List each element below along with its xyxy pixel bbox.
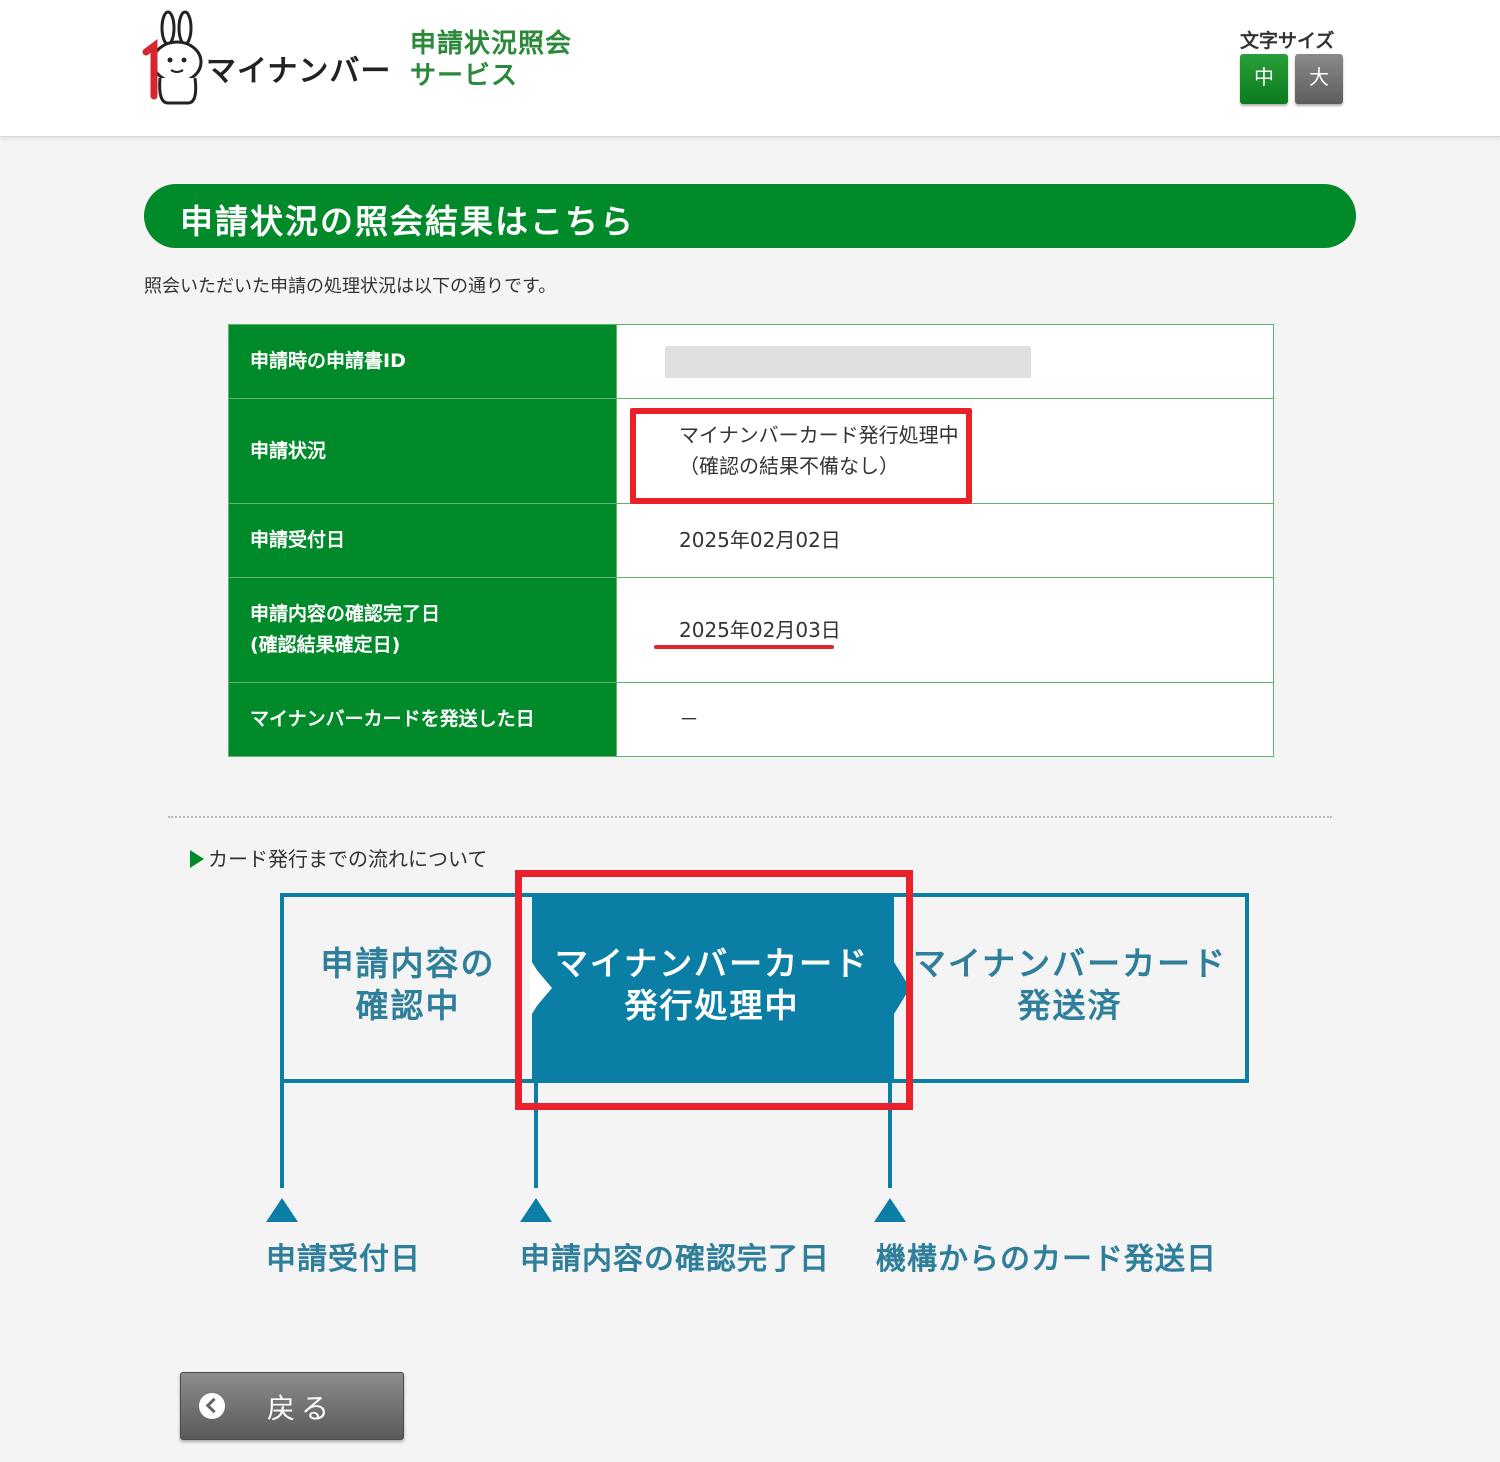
dotted-divider [168,816,1332,818]
row-label-received-date: 申請受付日 [228,503,617,578]
flow-step-3-line2: 発送済 [1017,986,1123,1025]
row-value-application-id [616,324,1274,399]
table-row: 申請受付日 2025年02月02日 [228,503,1274,578]
service-title: 申請状況照会 サービス [410,28,572,92]
flow-title-text: カード発行までの流れについて [208,847,488,871]
result-table: 申請時の申請書ID 申請状況 マイナンバーカード発行処理中 （確認の結果不備なし… [228,324,1274,757]
flow-step-shipped: マイナンバーカード 発送済 [900,943,1240,1027]
result-heading-bar: 申請状況の照会結果はこちら [144,184,1356,248]
service-title-line2: サービス [410,61,519,91]
row-value-shipped-date: － [616,682,1274,757]
back-button[interactable]: 戻る [180,1372,404,1440]
flow-step-1-line2: 確認中 [355,986,461,1025]
milestone-shipped-date: 機構からのカード発送日 [876,1242,1217,1277]
flow-step-confirming: 申請内容の 確認中 [300,943,516,1027]
milestone-triangle-3 [874,1198,906,1222]
font-size-large-button[interactable]: 大 [1295,54,1343,104]
flow-step-3-line1: マイナンバーカード [912,944,1228,983]
back-button-label: 戻る [267,1392,336,1425]
font-size-label: 文字サイズ [1240,30,1335,52]
font-size-medium-button[interactable]: 中 [1240,54,1288,104]
redacted-id [665,345,1031,378]
row-label-application-id: 申請時の申請書ID [228,324,617,399]
table-row: マイナンバーカードを発送した日 － [228,682,1274,757]
header: マイナンバー 申請状況照会 サービス 文字サイズ 中 大 [0,0,1500,137]
confirmed-label-line2: (確認結果確定日) [250,634,401,656]
triangle-bullet-icon [190,850,204,868]
result-heading: 申請状況の照会結果はこちら [180,202,635,241]
table-row: 申請内容の確認完了日 (確認結果確定日) 2025年02月03日 [228,577,1274,683]
row-label-status: 申請状況 [228,398,617,504]
status-highlight-box [630,408,972,504]
service-title-line1: 申請状況照会 [410,29,573,59]
row-value-received-date: 2025年02月02日 [616,503,1274,578]
row-value-confirmed-date: 2025年02月03日 [616,577,1274,683]
milestone-received-date: 申請受付日 [266,1242,421,1277]
row-label-confirmed-date: 申請内容の確認完了日 (確認結果確定日) [228,577,617,683]
flow-step-1-line1: 申請内容の [320,944,496,983]
table-row: 申請時の申請書ID [228,324,1274,399]
confirmed-label-line1: 申請内容の確認完了日 [250,603,441,625]
chevron-left-circle-icon [199,1393,225,1419]
milestone-triangle-2 [520,1198,552,1222]
milestone-triangle-1 [266,1198,298,1222]
row-label-shipped-date: マイナンバーカードを発送した日 [228,682,617,757]
confirmed-date-underline [654,645,834,649]
flow-title: カード発行までの流れについて [190,843,487,872]
intro-text: 照会いただいた申請の処理状況は以下の通りです。 [144,276,557,297]
logo-text: マイナンバー [206,54,392,89]
current-step-highlight-frame [515,870,913,1110]
milestone-confirmed-date: 申請内容の確認完了日 [520,1242,830,1277]
